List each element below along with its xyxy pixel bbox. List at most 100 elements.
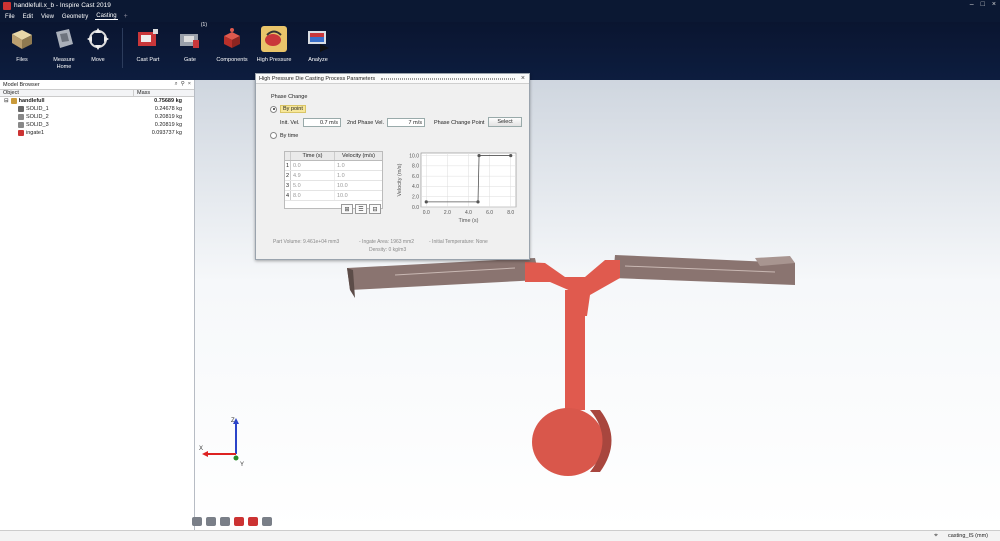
tree-row-mass: 0.20819 kg (154, 114, 182, 120)
unit-system[interactable]: casting_IS (mm) (948, 533, 988, 539)
sprue[interactable] (565, 290, 585, 410)
tree-row-mass: 0.093737 kg (151, 130, 182, 136)
menu-bar: File Edit View Geometry Casting + (0, 11, 1000, 22)
drag-grip[interactable] (381, 78, 515, 80)
pin-icon[interactable]: ⚲ (181, 81, 185, 88)
tree-row[interactable]: SOLID_1 0.24678 kg (0, 105, 194, 113)
view-section-icon[interactable] (220, 517, 230, 526)
tree-row-mass: 0.20819 kg (154, 122, 182, 128)
second-vel-input[interactable]: 7 m/s (387, 118, 425, 127)
tree-row[interactable]: SOLID_3 0.20819 kg (0, 121, 194, 129)
part-solid-left[interactable] (347, 258, 540, 290)
y-axis (233, 455, 239, 461)
window-controls: – □ × (970, 1, 996, 8)
cell-velocity[interactable]: 1.0 (335, 171, 382, 180)
phase-change-label: Phase Change (271, 94, 308, 100)
search-icon[interactable]: ⌕ (175, 81, 178, 88)
cell-time[interactable]: 5.0 (291, 181, 335, 190)
z-axis-label: Z (231, 418, 235, 424)
x-tick-label: 6.0 (486, 210, 493, 216)
select-button[interactable]: Select (488, 117, 522, 127)
header-velocity: Velocity (m/s) (341, 153, 375, 159)
view-fit-icon[interactable] (234, 517, 244, 526)
y-tick-label: 8.0 (412, 164, 419, 170)
files-tool[interactable]: Files (0, 26, 44, 64)
minimize-icon[interactable]: – (970, 1, 974, 8)
ribbon: Files Measure Home Move Cast Part (1) Ga… (0, 22, 1000, 80)
view-orbit-icon[interactable] (192, 517, 202, 526)
cast-part-icon (135, 26, 161, 52)
cast-part-tool[interactable]: Cast Part (126, 26, 170, 64)
tree-row-label: ingate1 (26, 130, 45, 136)
view-zoom-icon[interactable] (248, 517, 258, 526)
analyze-tool[interactable]: Analyze (296, 26, 340, 64)
menu-file[interactable]: File (4, 14, 16, 20)
components-icon (219, 26, 245, 52)
menu-edit[interactable]: Edit (22, 14, 34, 20)
init-vel-input[interactable]: 0.7 m/s (303, 118, 341, 127)
close-icon[interactable]: × (992, 1, 996, 8)
by-time-radio[interactable]: By time (270, 132, 298, 139)
files-icon (9, 26, 35, 52)
x-tick-label: 4.0 (465, 210, 472, 216)
column-object[interactable]: Object (0, 90, 134, 96)
radio-dot (270, 105, 277, 113)
cell-time[interactable]: 8.0 (291, 191, 335, 200)
dialog-title-bar[interactable]: High Pressure Die Casting Process Parame… (256, 74, 529, 84)
data-point (509, 153, 513, 158)
density-info: Density: 0 kg/m3 (369, 247, 407, 253)
data-point (477, 153, 481, 158)
view-shading-icon[interactable] (262, 517, 272, 526)
tree-row[interactable]: SOLID_2 0.20819 kg (0, 113, 194, 121)
phase-change-point-label: Phase Change Point (434, 120, 485, 126)
cell-time[interactable]: 0.0 (291, 161, 335, 170)
remove-row-button[interactable]: ⊟ (369, 204, 381, 214)
collapse-toggle-icon[interactable]: ⊟ (4, 98, 9, 104)
solid-icon (18, 122, 24, 128)
gate-tool[interactable]: (1) Gate (168, 22, 212, 64)
tree-row-label: SOLID_1 (26, 106, 49, 112)
model-browser: Model Browser ⌕ ⚲ × Object Mass ⊟ handlef… (0, 80, 195, 530)
table-row[interactable]: 3 5.0 10.0 (285, 181, 382, 191)
by-point-radio[interactable]: By point (270, 105, 306, 113)
app-logo-icon (3, 1, 11, 10)
y-tick-label: 2.0 (412, 195, 419, 201)
x-axis-title: Time (s) (459, 218, 479, 224)
add-tab-icon[interactable]: + (124, 13, 128, 20)
edit-rows-button[interactable]: ☰ (355, 204, 367, 214)
window-title: handlefull.x_b - Inspire Cast 2019 (14, 2, 111, 9)
tree-row[interactable]: ⊟ handlefull 0.75689 kg (0, 97, 194, 105)
biscuit[interactable] (532, 408, 604, 476)
add-row-button[interactable]: ⊞ (341, 204, 353, 214)
high-pressure-tool[interactable]: High Pressure (252, 26, 296, 64)
gate-count-badge: (1) (200, 22, 207, 28)
table-row[interactable]: 2 4.9 1.0 (285, 171, 382, 181)
high-pressure-icon (261, 26, 287, 52)
tree-row-mass: 0.24678 kg (154, 106, 182, 112)
close-icon[interactable]: × (188, 81, 191, 88)
maximize-icon[interactable]: □ (981, 1, 985, 8)
cell-velocity[interactable]: 10.0 (335, 181, 382, 190)
cast-part-icon (18, 106, 24, 112)
cell-time[interactable]: 4.9 (291, 171, 335, 180)
radio-dot (270, 132, 277, 139)
menu-casting[interactable]: Casting (95, 13, 118, 20)
axis-triad[interactable]: Z X Y (198, 412, 248, 472)
cell-velocity[interactable]: 10.0 (335, 191, 382, 200)
menu-geometry[interactable]: Geometry (61, 14, 89, 20)
menu-view[interactable]: View (40, 14, 55, 20)
ribbon-separator (122, 28, 123, 68)
table-row[interactable]: 1 0.0 1.0 (285, 161, 382, 171)
x-tick-label: 8.0 (507, 210, 514, 216)
crosshair-icon[interactable]: ⌖ (934, 532, 938, 540)
move-icon (85, 26, 111, 52)
dialog-close-icon[interactable]: × (521, 75, 525, 82)
table-buttons: ⊞ ☰ ⊟ (341, 204, 381, 214)
column-mass[interactable]: Mass (134, 90, 194, 96)
move-tool[interactable]: Move (76, 26, 120, 64)
table-row[interactable]: 4 8.0 10.0 (285, 191, 382, 201)
tree-row[interactable]: ingate1 0.093737 kg (0, 129, 194, 137)
components-tool[interactable]: Components (210, 26, 254, 64)
view-pan-icon[interactable] (206, 517, 216, 526)
cell-velocity[interactable]: 1.0 (335, 161, 382, 170)
